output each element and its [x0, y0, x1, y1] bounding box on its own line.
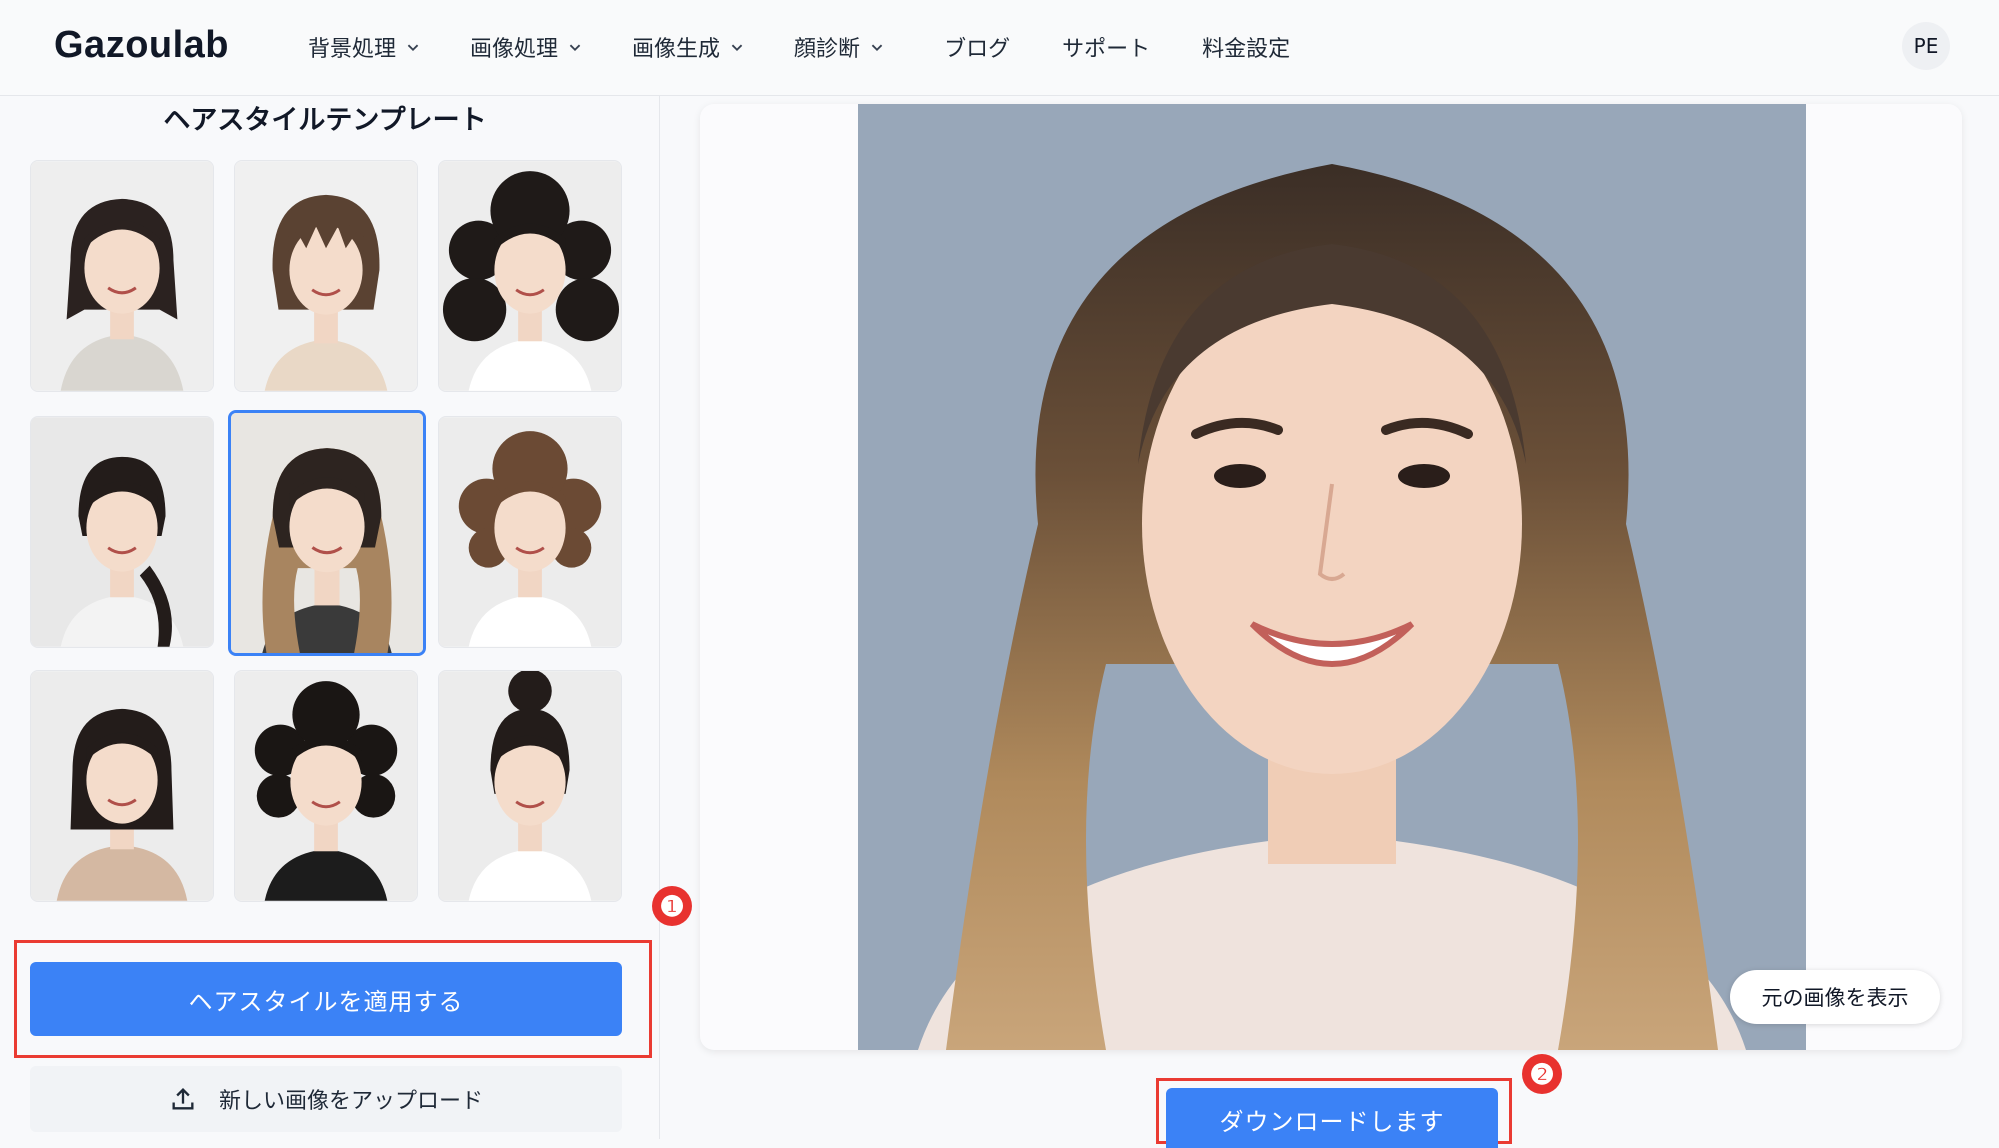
nav-image-generation[interactable]: 画像生成 [632, 30, 748, 64]
chevron-down-icon [731, 44, 743, 52]
template-tile-3[interactable] [438, 160, 622, 392]
template-tile-4[interactable] [30, 416, 214, 648]
nav-background-processing[interactable]: 背景処理 [308, 30, 424, 64]
annotation-marker-1: ❶ [652, 886, 692, 926]
template-tile-8[interactable] [234, 670, 418, 902]
nav-label: 料金設定 [1202, 37, 1291, 62]
template-tile-1[interactable] [30, 160, 214, 392]
portrait-thumbnail [235, 671, 417, 901]
portrait-thumbnail [31, 161, 213, 391]
nav-label: 画像処理 [470, 37, 559, 62]
apply-hairstyle-button[interactable]: ヘアスタイルを適用する [30, 962, 622, 1036]
nav-image-processing[interactable]: 画像処理 [470, 30, 586, 64]
upload-new-image-button[interactable]: 新しい画像をアップロード [30, 1066, 622, 1132]
nav-face-diagnosis[interactable]: 顔診断 [794, 30, 888, 64]
nav-support[interactable]: サポート [1062, 30, 1150, 64]
avatar[interactable]: PE [1902, 22, 1950, 70]
portrait-thumbnail [439, 671, 621, 901]
portrait-thumbnail [439, 161, 621, 391]
portrait-thumbnail [31, 671, 213, 901]
upload-icon [172, 1088, 194, 1110]
nav-pricing[interactable]: 料金設定 [1202, 30, 1290, 64]
chevron-down-icon [407, 44, 419, 52]
chevron-down-icon [569, 44, 581, 52]
nav-blog[interactable]: ブログ [944, 30, 1010, 64]
top-header: Gazoulab 背景処理 画像処理 画像生成 顔診断 ブログ サポート 料金設… [0, 0, 1999, 96]
show-original-button[interactable]: 元の画像を表示 [1730, 970, 1940, 1024]
template-tile-5[interactable] [228, 410, 426, 656]
template-tile-9[interactable] [438, 670, 622, 902]
chevron-down-icon [871, 44, 883, 52]
result-portrait [858, 104, 1806, 1050]
portrait-thumbnail [235, 161, 417, 391]
nav-label: 顔診断 [794, 37, 861, 62]
nav-label: 背景処理 [308, 37, 397, 62]
template-grid [30, 160, 624, 902]
portrait-thumbnail [439, 417, 621, 647]
template-tile-2[interactable] [234, 160, 418, 392]
upload-label: 新しい画像をアップロード [218, 1089, 483, 1114]
nav-label: サポート [1062, 37, 1151, 62]
download-button[interactable]: ダウンロードします [1166, 1088, 1498, 1148]
portrait-thumbnail [31, 417, 213, 647]
template-tile-7[interactable] [30, 670, 214, 902]
nav-label: ブログ [944, 37, 1011, 62]
main-nav: 背景処理 画像処理 画像生成 顔診断 ブログ サポート 料金設定 [308, 30, 1290, 64]
annotation-marker-2: ❷ [1522, 1054, 1562, 1094]
panel-title: ヘアスタイルテンプレート [163, 105, 487, 136]
logo[interactable]: Gazoulab [54, 24, 229, 67]
template-tile-6[interactable] [438, 416, 622, 648]
result-image [858, 104, 1806, 1050]
portrait-thumbnail [231, 413, 423, 653]
nav-label: 画像生成 [632, 37, 721, 62]
hairstyle-panel: ヘアスタイルテンプレート ❶ ヘアスタイルを適用する 新しい画像をアップロード [0, 96, 692, 1139]
